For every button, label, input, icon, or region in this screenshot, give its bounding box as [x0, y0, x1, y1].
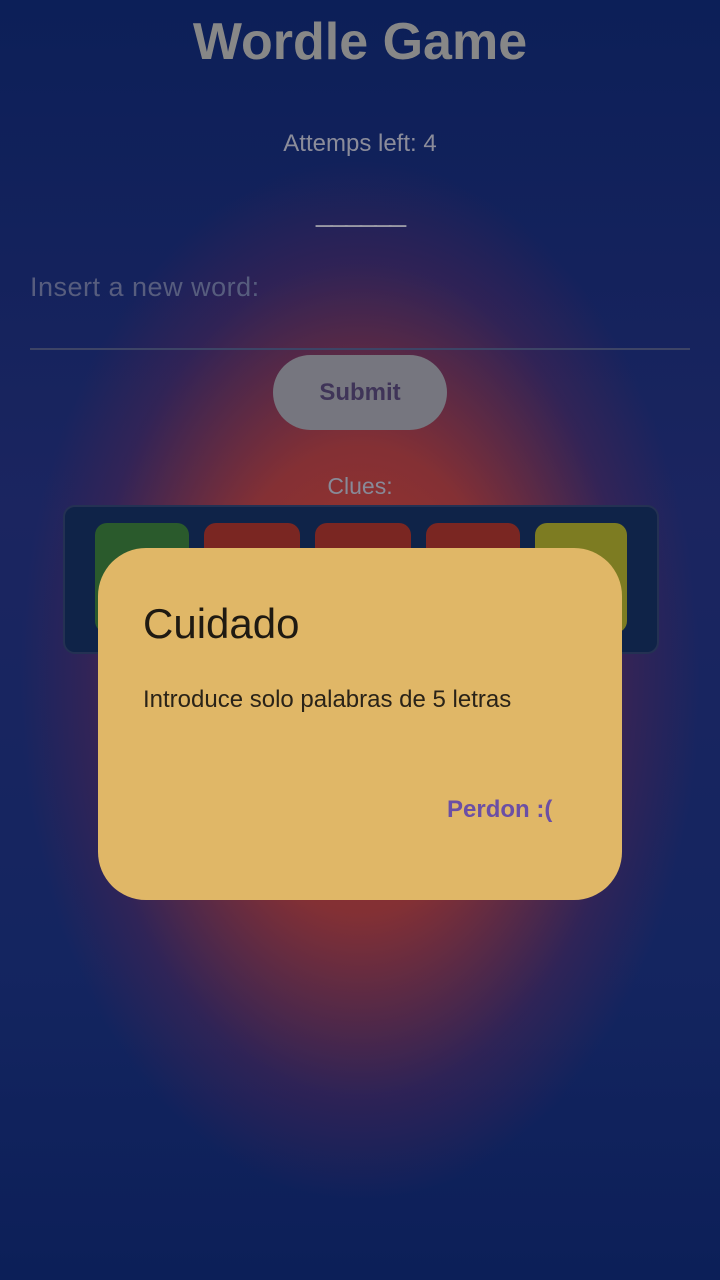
word-blanks: ______ [315, 195, 406, 228]
page-title: Wordle Game [192, 13, 528, 71]
word-input[interactable] [30, 262, 690, 312]
attempts-left-text: Attemps left: 4 [283, 130, 437, 157]
word-input-field[interactable] [30, 262, 690, 350]
dialog-message: Introduce solo palabras de 5 letras [143, 686, 512, 713]
dialog-dismiss-button[interactable]: Perdon :( [447, 796, 552, 824]
submit-button[interactable]: Submit [273, 355, 447, 430]
dialog-title: Cuidado [143, 600, 300, 647]
alert-dialog: Cuidado Introduce solo palabras de 5 let… [98, 548, 622, 900]
clues-label: Clues: [327, 473, 393, 499]
